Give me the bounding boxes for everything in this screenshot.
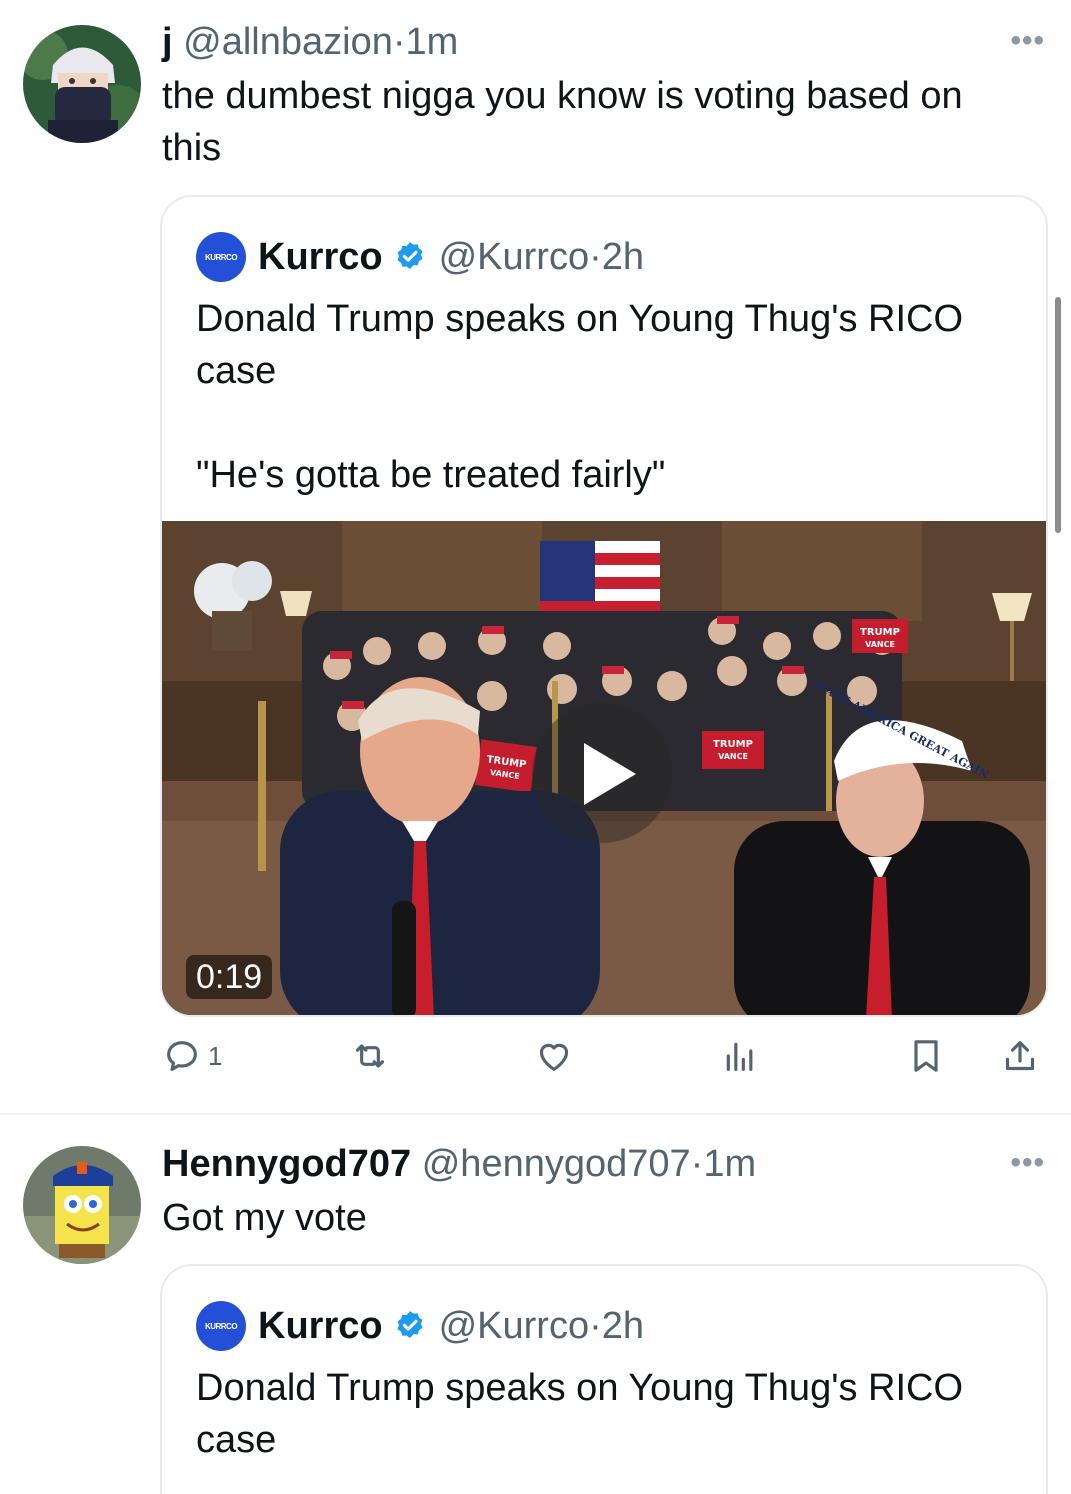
author-name[interactable]: Hennygod707	[162, 1143, 411, 1185]
sign-text: TRUMP	[713, 739, 753, 750]
video-player[interactable]: TRUMP VANCE TRUMP VANCE TRUMP VANCE MAKE…	[162, 521, 1046, 1015]
sign-text: TRUMP	[860, 627, 900, 638]
quote-timestamp[interactable]: 2h	[602, 236, 644, 279]
quote-avatar[interactable]: KURRCO	[196, 1301, 246, 1351]
avatar[interactable]	[23, 1146, 141, 1264]
bookmark-button[interactable]	[906, 1036, 946, 1076]
sign-text: VANCE	[865, 640, 895, 649]
tweet-header: j @allnbazion·1m	[162, 20, 458, 64]
timestamp[interactable]: 1m	[406, 21, 459, 63]
tweet-actions: 1	[0, 1036, 1071, 1088]
avatar-image	[23, 25, 141, 143]
play-icon	[584, 743, 636, 805]
avatar-image	[23, 1146, 141, 1264]
heart-icon	[539, 1043, 569, 1071]
analytics-icon	[726, 1042, 753, 1071]
scrollbar[interactable]	[1055, 297, 1061, 533]
retweet-button[interactable]	[350, 1036, 390, 1076]
quote-text: Donald Trump speaks on Young Thug's RICO…	[196, 298, 964, 496]
timestamp[interactable]: 1m	[703, 1143, 756, 1185]
tweet-text: Got my vote	[162, 1197, 367, 1239]
share-button[interactable]	[1000, 1036, 1040, 1076]
video-duration: 0:19	[186, 955, 273, 999]
author-name[interactable]: j	[162, 21, 173, 63]
verified-badge-icon	[397, 242, 423, 270]
quote-author-handle[interactable]: @Kurrco	[439, 236, 590, 279]
author-handle[interactable]: @allnbazion	[183, 21, 393, 63]
views-button[interactable]	[720, 1036, 760, 1076]
tweet[interactable]: j @allnbazion·1m ••• the dumbest nigga y…	[0, 0, 1071, 1114]
reply-count: 1	[208, 1040, 223, 1071]
author-handle[interactable]: @hennygod707	[422, 1143, 691, 1185]
more-horizontal-icon[interactable]: •••	[1010, 26, 1045, 56]
share-icon	[1005, 1041, 1035, 1071]
separator: ·	[589, 1304, 602, 1347]
quoted-tweet[interactable]: KURRCO Kurrco @Kurrco · 2h Donald Trump sp…	[160, 195, 1048, 1017]
bookmark-icon	[914, 1040, 938, 1072]
separator: ·	[690, 1143, 704, 1185]
sign-text: VANCE	[718, 752, 748, 761]
quote-header: KURRCO Kurrco @Kurrco · 2h	[196, 229, 644, 285]
verified-badge-icon	[397, 1311, 423, 1339]
tweet-divider	[0, 1113, 1071, 1115]
reply-button[interactable]: 1	[162, 1036, 222, 1076]
separator: ·	[392, 21, 406, 63]
quote-header: KURRCO Kurrco @Kurrco · 2h	[196, 1298, 644, 1354]
quoted-tweet[interactable]: KURRCO Kurrco @Kurrco · 2h Donald Trump sp…	[160, 1264, 1048, 1494]
tweet[interactable]: Hennygod707 @hennygod707·1m ••• Got my v…	[0, 1116, 1071, 1494]
quote-avatar[interactable]: KURRCO	[196, 232, 246, 282]
quote-author-name[interactable]: Kurrco	[258, 236, 383, 279]
avatar[interactable]	[23, 25, 141, 143]
quote-author-name[interactable]: Kurrco	[258, 1305, 383, 1348]
quote-timestamp[interactable]: 2h	[602, 1305, 644, 1348]
tweet-header: Hennygod707 @hennygod707·1m	[162, 1142, 756, 1186]
retweet-icon	[355, 1044, 385, 1068]
separator: ·	[589, 235, 602, 278]
more-horizontal-icon[interactable]: •••	[1010, 1148, 1045, 1178]
quote-author-handle[interactable]: @Kurrco	[439, 1305, 590, 1348]
tweet-text: the dumbest nigga you know is voting bas…	[162, 75, 963, 169]
quote-text: Donald Trump speaks on Young Thug's RICO…	[196, 1367, 964, 1461]
reply-icon	[167, 1041, 197, 1071]
like-button[interactable]	[534, 1036, 574, 1076]
